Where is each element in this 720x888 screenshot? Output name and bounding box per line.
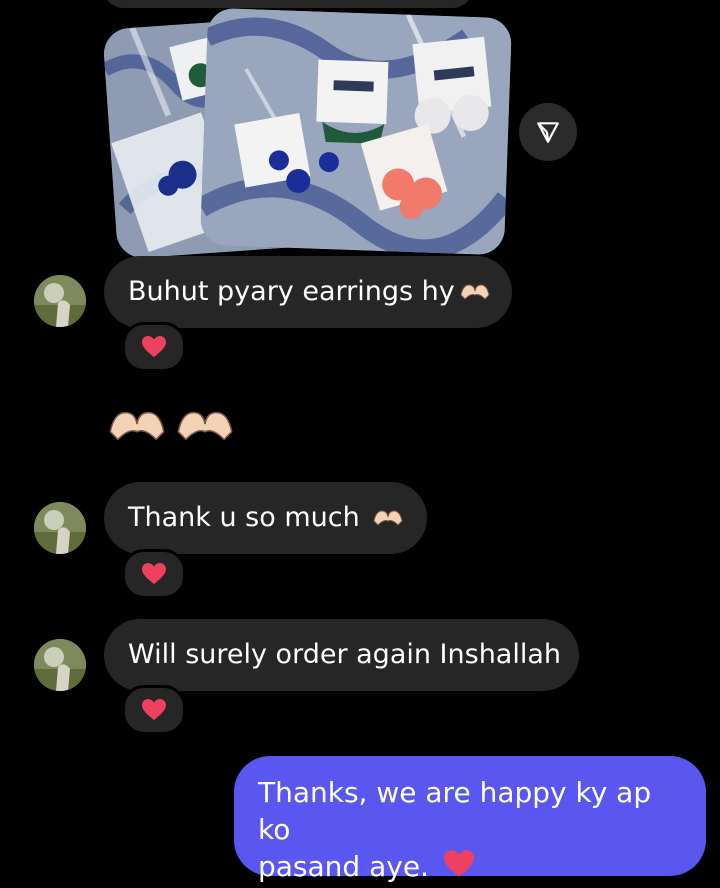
message-text: Thank u so much [128,502,369,533]
message-text: Buhut pyary earrings hy [128,276,455,307]
heart-reaction[interactable] [122,685,186,735]
earrings-photo-front[interactable] [199,7,513,256]
heart-hands-icon [372,504,404,538]
sent-message-bubble[interactable]: Thanks, we are happy ky ap ko pasand aye… [234,756,706,883]
sent-message-line2-text: pasand aye. [258,850,429,883]
sent-message-line2: pasand aye. [258,848,682,888]
message-bubble[interactable]: Buhut pyary earrings hy [104,256,512,328]
avatar[interactable] [34,275,86,327]
sent-message-line1: Thanks, we are happy ky ap ko [258,776,652,846]
message-text: Will surely order again Inshallah [128,639,562,670]
share-button[interactable] [519,103,577,161]
message-bubble[interactable]: Will surely order again Inshallah [104,619,579,691]
heart-hands-icon [177,411,233,441]
heart-hands-icon [109,411,165,441]
heart-reaction[interactable] [122,322,186,372]
photo-stack[interactable] [0,0,720,260]
heart-icon [142,563,166,584]
heart-reaction[interactable] [122,549,186,599]
heart-icon [442,849,476,888]
message-bubble[interactable]: Thank u so much [104,482,427,554]
heart-icon [142,336,166,357]
heart-hands-icon [459,278,491,312]
heart-icon [142,699,166,720]
send-paper-plane-icon [537,122,559,143]
avatar[interactable] [34,502,86,554]
avatar[interactable] [34,639,86,691]
emoji-message[interactable] [106,405,236,447]
